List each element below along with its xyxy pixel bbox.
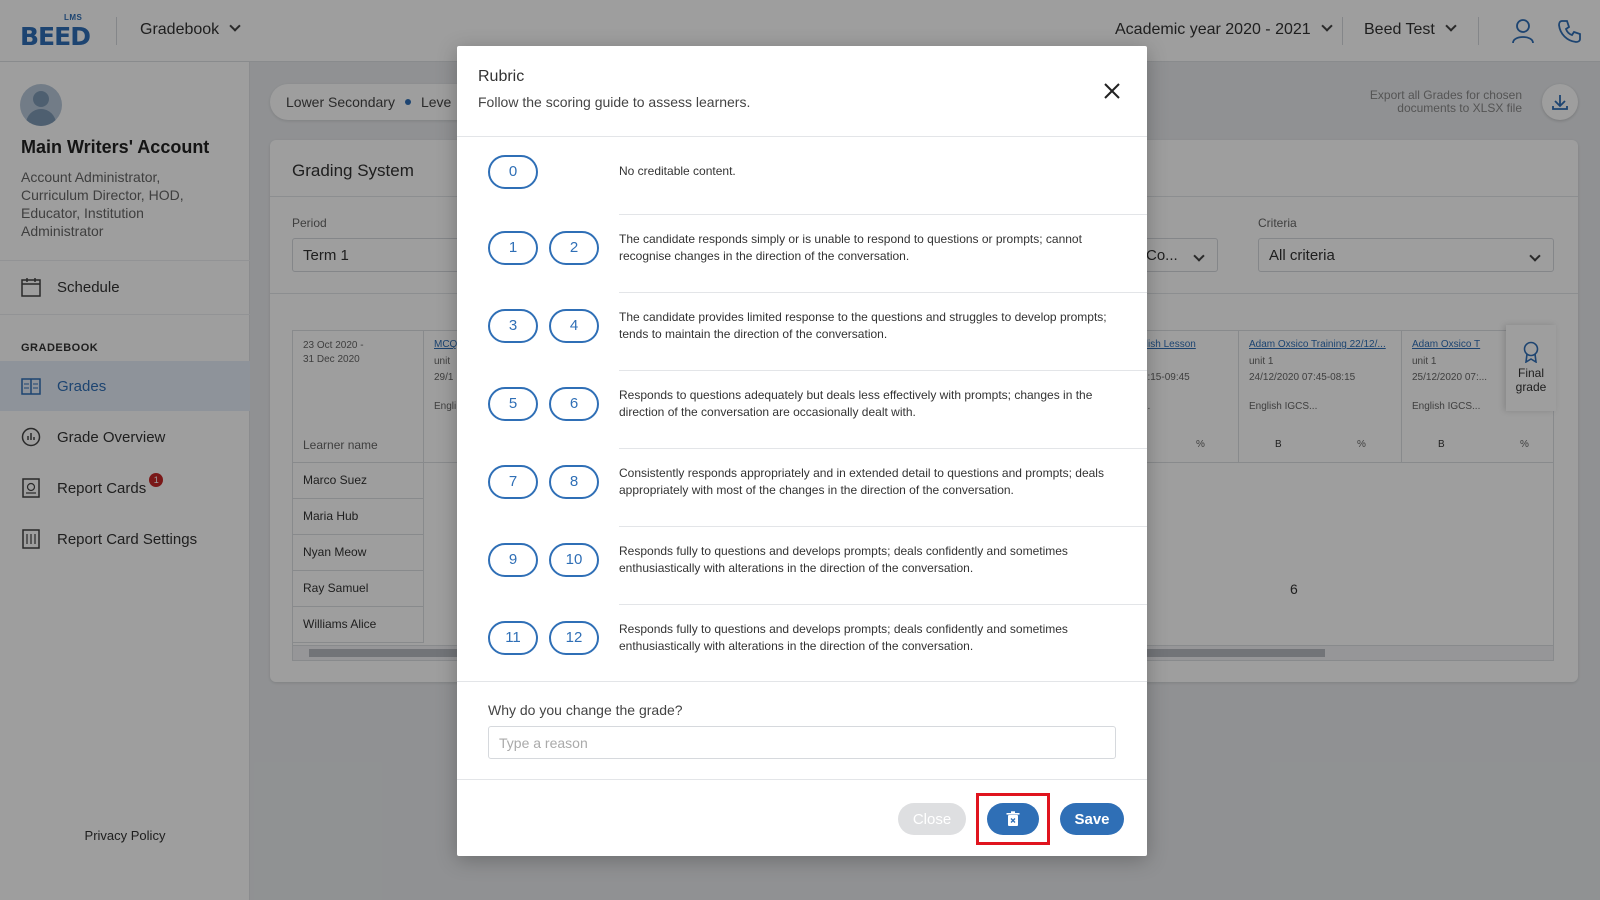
score-button-5[interactable]: 5 [488, 387, 538, 421]
score-button-12[interactable]: 12 [549, 621, 599, 655]
rubric-description: Responds fully to questions and develops… [619, 622, 1068, 653]
modal-subtitle: Follow the scoring guide to assess learn… [478, 94, 751, 110]
rubric-description: The candidate provides limited response … [619, 310, 1107, 341]
score-button-0[interactable]: 0 [488, 155, 538, 189]
score-button-1[interactable]: 1 [488, 231, 538, 265]
score-button-6[interactable]: 6 [549, 387, 599, 421]
rubric-description: The candidate responds simply or is unab… [619, 232, 1082, 263]
score-button-7[interactable]: 7 [488, 465, 538, 499]
save-button[interactable]: Save [1060, 803, 1124, 835]
close-button[interactable]: Close [898, 803, 966, 835]
rubric-description: Responds fully to questions and develops… [619, 544, 1068, 575]
trash-icon [1006, 811, 1020, 826]
rubric-description: No creditable content. [619, 164, 736, 178]
reason-label: Why do you change the grade? [488, 702, 683, 718]
score-button-8[interactable]: 8 [549, 465, 599, 499]
score-button-9[interactable]: 9 [488, 543, 538, 577]
close-icon[interactable] [1103, 82, 1121, 100]
reason-input[interactable] [488, 726, 1116, 759]
score-button-11[interactable]: 11 [488, 621, 538, 655]
score-button-4[interactable]: 4 [549, 309, 599, 343]
score-button-3[interactable]: 3 [488, 309, 538, 343]
rubric-modal: Rubric Follow the scoring guide to asses… [457, 46, 1147, 856]
score-button-10[interactable]: 10 [549, 543, 599, 577]
rubric-description: Consistently responds appropriately and … [619, 466, 1104, 497]
rubric-description: Responds to questions adequately but dea… [619, 388, 1093, 419]
score-button-2[interactable]: 2 [549, 231, 599, 265]
modal-title: Rubric [478, 68, 525, 85]
delete-button[interactable] [987, 803, 1039, 835]
